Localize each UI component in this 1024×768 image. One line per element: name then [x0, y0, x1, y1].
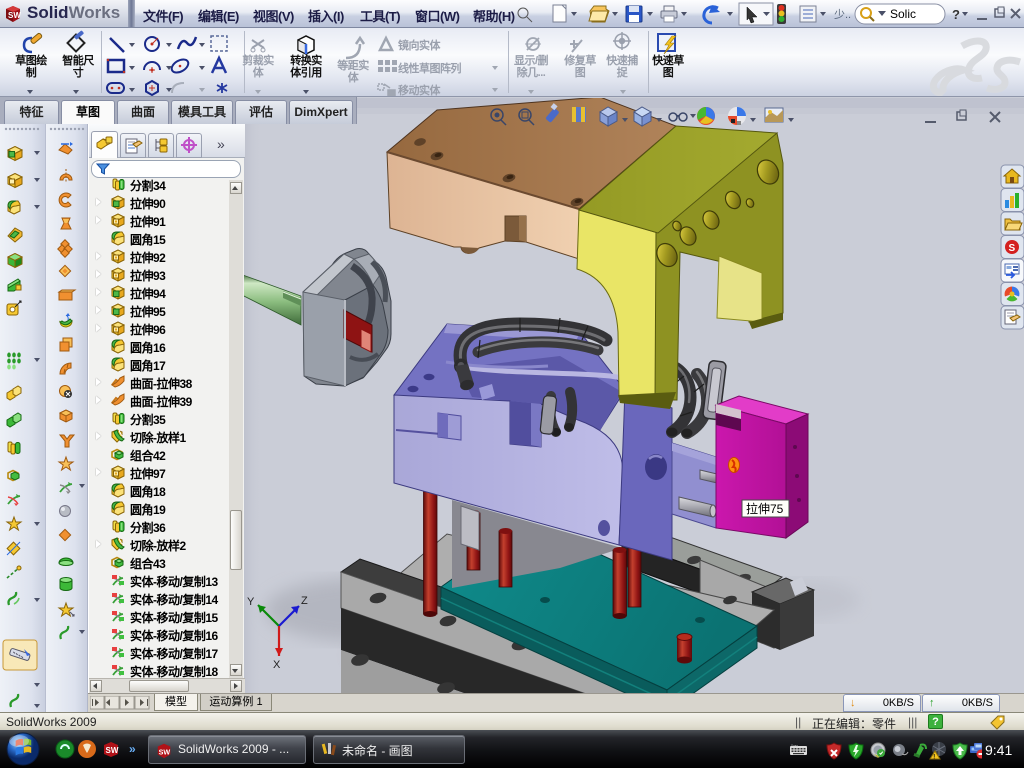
svg-text:少..: 少..: [834, 8, 851, 21]
svg-text:?: ?: [952, 7, 960, 22]
svg-text:拉伸75: 拉伸75: [746, 501, 784, 516]
svg-text:»: »: [129, 742, 136, 756]
svg-text:Y: Y: [247, 596, 255, 608]
svg-text:X: X: [273, 659, 281, 671]
svg-text:S: S: [1009, 243, 1016, 254]
svg-text:!: !: [933, 755, 935, 761]
svg-text:SW: SW: [106, 746, 119, 755]
svg-text:SW: SW: [159, 749, 171, 757]
svg-text:SW: SW: [8, 11, 21, 20]
svg-text:Solic: Solic: [890, 7, 916, 21]
svg-text:Snag: Snag: [791, 744, 798, 748]
svg-text:Z: Z: [301, 595, 308, 607]
